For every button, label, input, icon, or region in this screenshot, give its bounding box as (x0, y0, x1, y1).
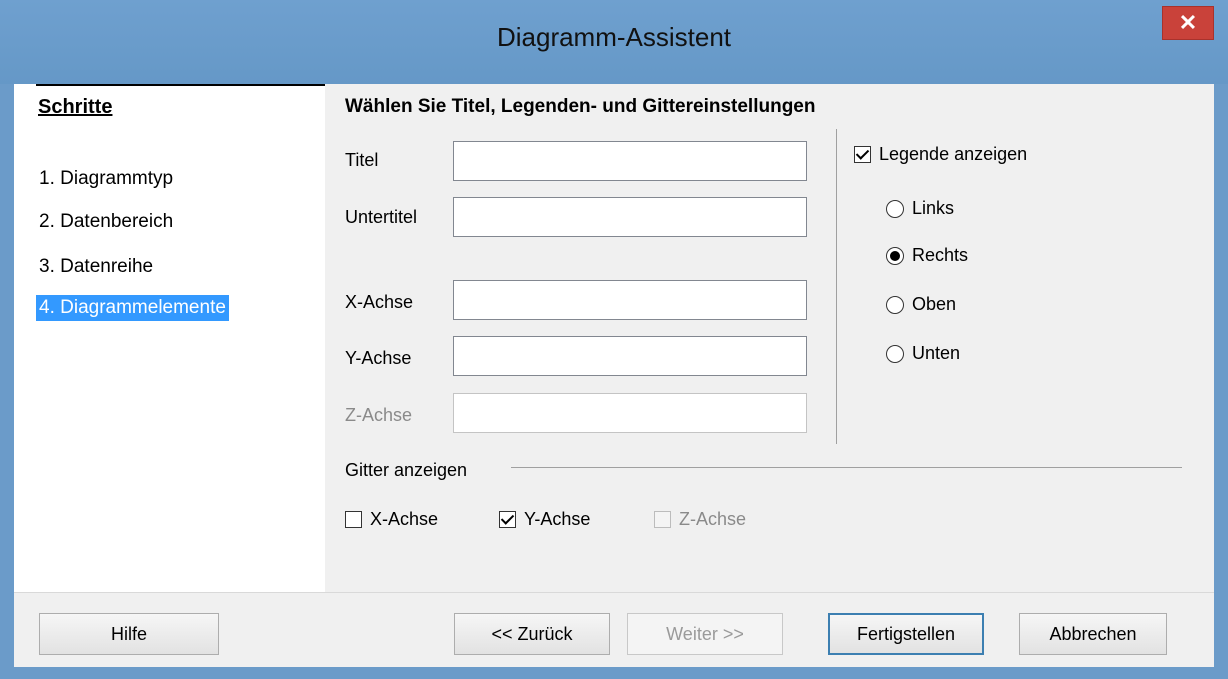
section-heading: Wählen Sie Titel, Legenden- und Gitterei… (345, 96, 816, 117)
title-label: Titel (345, 150, 379, 170)
grid-x-label: X-Achse (370, 509, 439, 529)
legend-bottom-label: Unten (912, 343, 961, 363)
y-axis-input[interactable] (453, 336, 807, 376)
checkbox-icon (854, 146, 871, 163)
steps-panel: Schritte 1. Diagrammtyp 2. Datenbereich … (14, 84, 325, 592)
dialog-window: Diagramm-Assistent ✕ Schritte 1. Diagram… (0, 0, 1228, 679)
content-panel: Wählen Sie Titel, Legenden- und Gitterei… (325, 84, 1214, 592)
title-input[interactable] (453, 141, 807, 181)
step-item-datenbereich[interactable]: 2. Datenbereich (36, 209, 176, 235)
legend-left-label: Links (912, 198, 955, 218)
dialog-client: Schritte 1. Diagrammtyp 2. Datenbereich … (14, 84, 1214, 667)
radio-icon (886, 246, 904, 265)
show-legend-checkbox[interactable]: Legende anzeigen (854, 144, 1027, 165)
help-button[interactable]: Hilfe (39, 613, 219, 655)
legend-right-label: Rechts (912, 245, 969, 265)
close-icon: ✕ (1178, 10, 1198, 35)
steps-heading: Schritte (38, 96, 113, 118)
legend-top-label: Oben (912, 294, 957, 314)
step-item-datenreihe[interactable]: 3. Datenreihe (36, 254, 156, 280)
legend-top-radio[interactable]: Oben (886, 294, 956, 315)
steps-divider (36, 84, 325, 86)
legend-right-radio[interactable]: Rechts (886, 245, 968, 266)
next-button: Weiter >> (627, 613, 783, 655)
back-button[interactable]: << Zurück (454, 613, 610, 655)
z-axis-input (453, 393, 807, 433)
grid-x-checkbox[interactable]: X-Achse (345, 509, 438, 530)
step-item-diagrammelemente[interactable]: 4. Diagrammelemente (36, 295, 229, 321)
radio-icon (886, 295, 904, 314)
window-title: Diagramm-Assistent (496, 22, 732, 52)
y-axis-label: Y-Achse (345, 348, 412, 368)
close-button[interactable]: ✕ (1162, 6, 1214, 40)
grid-y-checkbox[interactable]: Y-Achse (499, 509, 590, 530)
grid-z-label: Z-Achse (679, 509, 747, 529)
cancel-button[interactable]: Abbrechen (1019, 613, 1167, 655)
vertical-separator (836, 129, 837, 444)
z-axis-label: Z-Achse (345, 405, 413, 425)
legend-left-radio[interactable]: Links (886, 198, 954, 219)
checkbox-icon (499, 511, 516, 528)
show-legend-label: Legende anzeigen (879, 144, 1028, 164)
checkbox-icon (654, 511, 671, 528)
subtitle-input[interactable] (453, 197, 807, 237)
subtitle-label: Untertitel (345, 207, 418, 227)
radio-icon (886, 199, 904, 218)
grid-y-label: Y-Achse (524, 509, 591, 529)
step-item-diagrammtyp[interactable]: 1. Diagrammtyp (36, 166, 176, 192)
checkbox-icon (345, 511, 362, 528)
x-axis-input[interactable] (453, 280, 807, 320)
title-bar[interactable]: Diagramm-Assistent ✕ (0, 0, 1228, 84)
grid-z-checkbox: Z-Achse (654, 509, 746, 530)
button-bar: Hilfe << Zurück Weiter >> Fertigstellen … (14, 592, 1214, 667)
x-axis-label: X-Achse (345, 292, 414, 312)
radio-icon (886, 344, 904, 363)
grid-heading: Gitter anzeigen (345, 460, 468, 480)
grid-divider (511, 467, 1182, 468)
finish-button[interactable]: Fertigstellen (828, 613, 984, 655)
legend-bottom-radio[interactable]: Unten (886, 343, 960, 364)
